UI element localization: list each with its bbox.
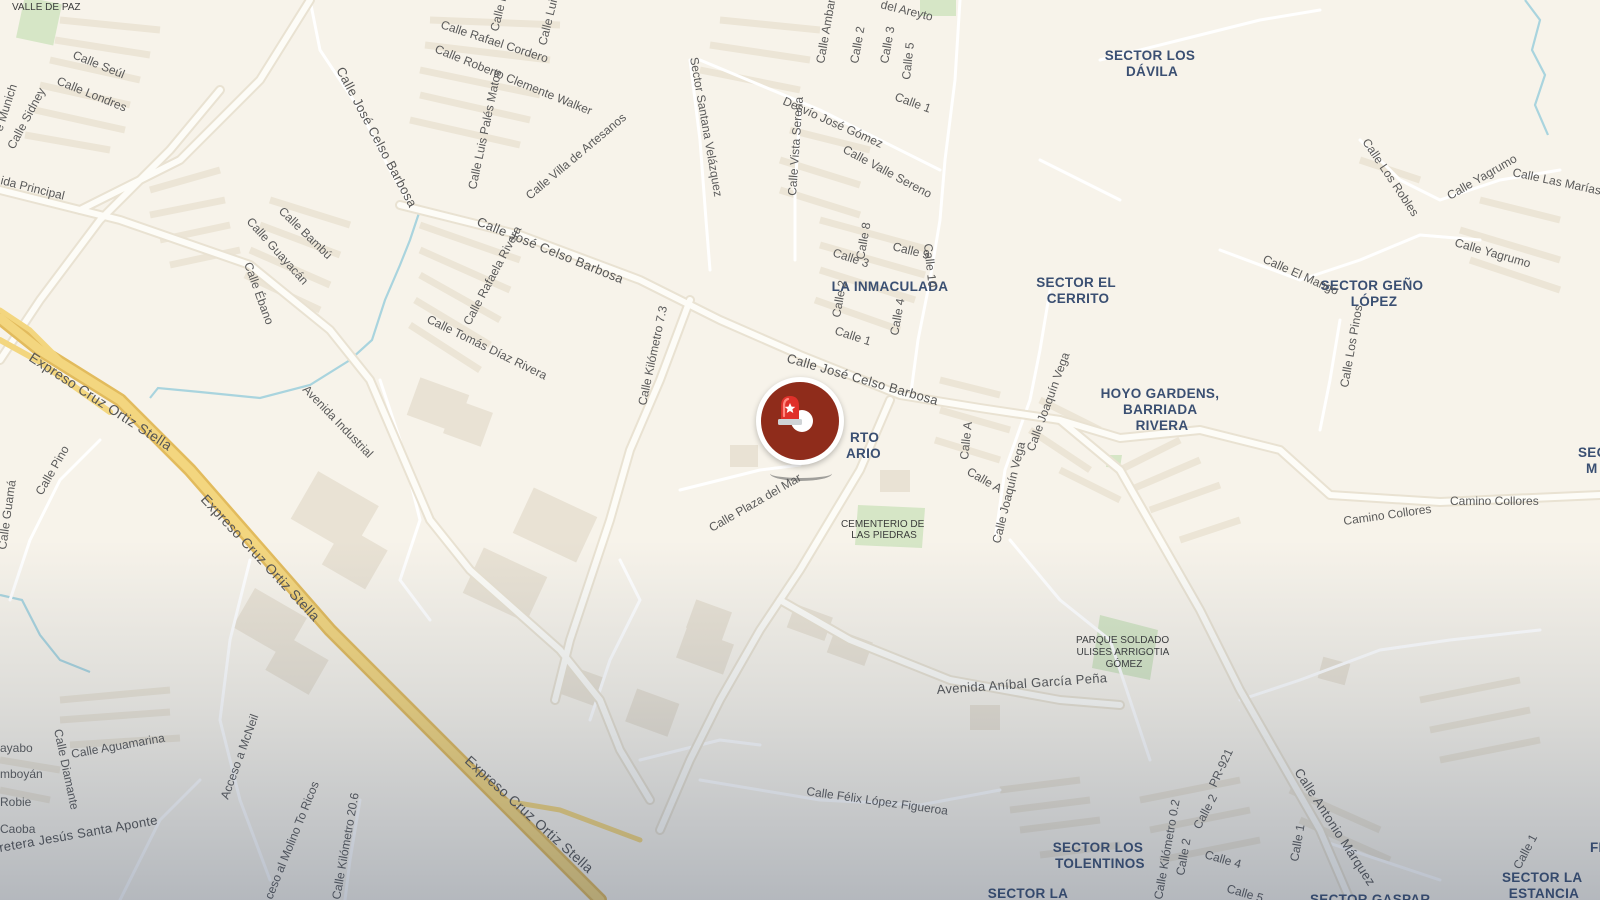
marker-shadow bbox=[770, 466, 832, 481]
label-sector-gaspar: SECTOR GASPAR bbox=[1310, 892, 1430, 900]
label-ayabo: ayabo bbox=[0, 741, 33, 755]
emergency-location-marker[interactable] bbox=[756, 377, 844, 465]
label-camino-collores-b: Camino Collores bbox=[1450, 494, 1539, 508]
label-valle-de-paz: VALLE DE PAZ bbox=[12, 2, 81, 13]
label-sector-el-cerrito: SECTOR EL CERRITO bbox=[1036, 275, 1120, 306]
label-cementerio: CEMENTERIO DE LAS PIEDRAS bbox=[841, 519, 927, 541]
label-caoba: Caoba bbox=[0, 822, 36, 836]
map-canvas[interactable]: VALLE DE PAZ SECTOR LOS DÁVILA LA INMACU… bbox=[0, 0, 1600, 900]
label-sector-los-tolentinos: SECTOR LOS TOLENTINOS bbox=[1053, 840, 1148, 871]
label-sector-la-south: SECTOR LA bbox=[988, 886, 1068, 900]
label-puerto-rosario: RTO ARIO bbox=[846, 430, 883, 461]
label-amboyan: mboyán bbox=[0, 767, 43, 781]
label-robie: Robie bbox=[0, 795, 32, 809]
label-edge-fi: FI bbox=[1590, 840, 1600, 855]
